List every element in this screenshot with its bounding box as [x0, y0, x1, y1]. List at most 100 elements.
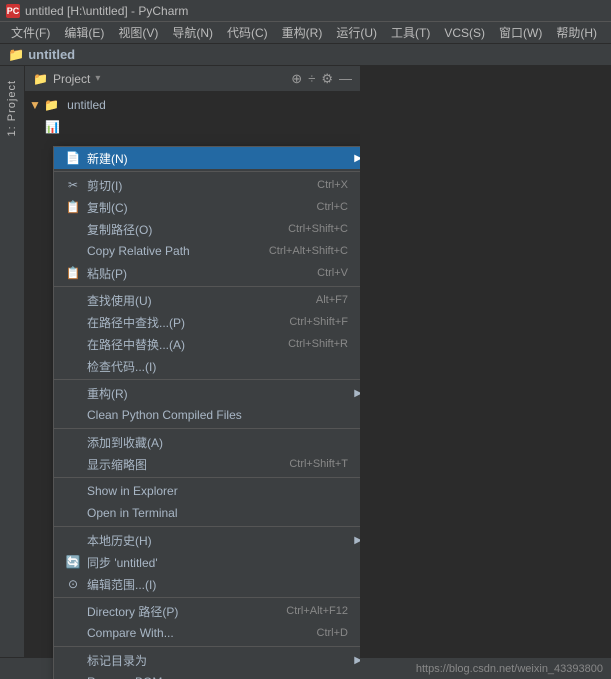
sync-icon: 🔄	[64, 555, 82, 569]
ctx-bookmark-label: 添加到收藏(A)	[87, 434, 360, 451]
ctx-edit-scope[interactable]: ⊙ 编辑范围...(I)	[54, 573, 360, 595]
ctx-sep8	[54, 646, 360, 647]
ctx-compare-shortcut: Ctrl+D	[317, 627, 348, 639]
side-panel-label: 1: Project	[6, 80, 18, 136]
ctx-find-path[interactable]: 在路径中查找...(P) Ctrl+Shift+F	[54, 311, 360, 333]
minimize-icon[interactable]: —	[339, 71, 352, 86]
ctx-sep3	[54, 379, 360, 380]
menu-item-h[interactable]: 帮助(H)	[549, 22, 604, 43]
project-folder-icon: 📁	[33, 72, 48, 86]
ctx-dir-path[interactable]: Directory 路径(P) Ctrl+Alt+F12	[54, 600, 360, 622]
ctx-find-usages-shortcut: Alt+F7	[316, 294, 348, 306]
title-bar-text: untitled [H:\untitled] - PyCharm	[25, 4, 188, 18]
copy-icon: 📋	[64, 200, 82, 214]
ctx-new[interactable]: 📄 新建(N) 文件New 临时文件Ctrl+Alt+Shift+Insert目…	[54, 147, 360, 169]
edit-scope-icon: ⊙	[64, 577, 82, 591]
ctx-remove-bom-label: Remove BOM	[87, 675, 360, 679]
project-header-icons: ⊕ ÷ ⚙ —	[291, 71, 352, 87]
ctx-dir-path-shortcut: Ctrl+Alt+F12	[286, 605, 348, 617]
project-header-title: Project	[53, 72, 90, 86]
ctx-show-explorer[interactable]: Show in Explorer	[54, 480, 360, 502]
ctx-clean[interactable]: Clean Python Compiled Files	[54, 404, 360, 426]
ctx-sep1	[54, 171, 360, 172]
paste-icon: 📋	[64, 266, 82, 280]
tree-folder-icon: ▼ 📁	[29, 98, 59, 112]
ctx-refactor[interactable]: 重构(R)	[54, 382, 360, 404]
ctx-sync-label: 同步 'untitled'	[87, 554, 360, 571]
ctx-replace-path[interactable]: 在路径中替换...(A) Ctrl+Shift+R	[54, 333, 360, 355]
project-panel: 📁 Project ▾ ⊕ ÷ ⚙ — ▼ 📁 untitled 📊	[25, 66, 360, 679]
breadcrumb-text: untitled	[28, 47, 75, 62]
ctx-sep5	[54, 477, 360, 478]
ctx-copy-path-shortcut: Ctrl+Shift+C	[288, 223, 348, 235]
ctx-show-explorer-label: Show in Explorer	[87, 484, 360, 498]
ctx-cut[interactable]: ✂ 剪切(I) Ctrl+X	[54, 174, 360, 196]
ctx-mark-dir[interactable]: 标记目录为	[54, 649, 360, 671]
ctx-replace-path-shortcut: Ctrl+Shift+R	[288, 338, 348, 350]
ctx-paste[interactable]: 📋 粘贴(P) Ctrl+V	[54, 262, 360, 284]
context-menu: 📄 新建(N) 文件New 临时文件Ctrl+Alt+Shift+Insert目…	[53, 146, 360, 679]
ctx-clean-label: Clean Python Compiled Files	[87, 408, 360, 422]
ctx-thumbnail-shortcut: Ctrl+Shift+T	[289, 458, 348, 470]
tree-bar-icon: 📊	[45, 120, 60, 134]
ctx-copy-rel[interactable]: Copy Relative Path Ctrl+Alt+Shift+C	[54, 240, 360, 262]
ctx-refactor-label: 重构(R)	[87, 385, 360, 402]
ctx-local-history[interactable]: 本地历史(H)	[54, 529, 360, 551]
tree-area: ▼ 📁 untitled 📊	[25, 92, 360, 140]
menu-item-e[interactable]: 编辑(E)	[57, 22, 111, 43]
menu-bar: 文件(F)编辑(E)视图(V)导航(N)代码(C)重构(R)运行(U)工具(T)…	[0, 22, 611, 44]
ctx-open-terminal[interactable]: Open in Terminal	[54, 502, 360, 524]
menu-item-r[interactable]: 重构(R)	[275, 22, 330, 43]
ctx-sep2	[54, 286, 360, 287]
project-header-left: 📁 Project ▾	[33, 72, 100, 86]
ctx-find-usages[interactable]: 查找使用(U) Alt+F7	[54, 289, 360, 311]
add-icon[interactable]: ⊕	[291, 71, 302, 87]
ctx-inspect[interactable]: 检查代码...(I)	[54, 355, 360, 377]
ctx-paste-shortcut: Ctrl+V	[317, 267, 348, 279]
title-bar: PC untitled [H:\untitled] - PyCharm	[0, 0, 611, 22]
settings-icon[interactable]: ⚙	[321, 71, 333, 87]
ctx-local-history-label: 本地历史(H)	[87, 532, 360, 549]
main-area: 1: Project 📁 Project ▾ ⊕ ÷ ⚙ — ▼ 📁 untit…	[0, 66, 611, 679]
dropdown-arrow[interactable]: ▾	[95, 73, 100, 84]
breadcrumb-bar: 📁 untitled	[0, 44, 611, 66]
ctx-copy-shortcut: Ctrl+C	[317, 201, 348, 213]
tree-item-bar[interactable]: 📊	[25, 116, 360, 138]
ctx-sep7	[54, 597, 360, 598]
ctx-open-terminal-label: Open in Terminal	[87, 506, 360, 520]
side-panel: 1: Project	[0, 66, 25, 679]
ctx-mark-dir-label: 标记目录为	[87, 652, 360, 669]
breadcrumb-folder-icon: 📁	[8, 47, 24, 63]
ctx-remove-bom[interactable]: Remove BOM	[54, 671, 360, 679]
ctx-copy-path[interactable]: 复制路径(O) Ctrl+Shift+C	[54, 218, 360, 240]
menu-item-n[interactable]: 导航(N)	[165, 22, 220, 43]
menu-item-w[interactable]: 窗口(W)	[492, 22, 549, 43]
cut-icon: ✂	[64, 178, 82, 192]
menu-item-c[interactable]: 代码(C)	[220, 22, 275, 43]
ctx-edit-scope-label: 编辑范围...(I)	[87, 576, 360, 593]
menu-item-vcss[interactable]: VCS(S)	[437, 24, 492, 42]
ctx-thumbnail[interactable]: 显示缩略图 Ctrl+Shift+T	[54, 453, 360, 475]
ctx-find-path-shortcut: Ctrl+Shift+F	[289, 316, 348, 328]
ctx-copy[interactable]: 📋 复制(C) Ctrl+C	[54, 196, 360, 218]
tree-item-label: untitled	[67, 98, 106, 112]
app-icon: PC	[6, 4, 20, 18]
menu-item-v[interactable]: 视图(V)	[111, 22, 165, 43]
ctx-copy-rel-shortcut: Ctrl+Alt+Shift+C	[269, 245, 348, 257]
ctx-compare[interactable]: Compare With... Ctrl+D	[54, 622, 360, 644]
menu-item-t[interactable]: 工具(T)	[384, 22, 437, 43]
ctx-sep4	[54, 428, 360, 429]
new-icon: 📄	[64, 151, 82, 165]
menu-item-f[interactable]: 文件(F)	[4, 22, 57, 43]
ctx-inspect-label: 检查代码...(I)	[87, 358, 360, 375]
status-link: https://blog.csdn.net/weixin_43393800	[416, 663, 603, 675]
menu-item-u[interactable]: 运行(U)	[329, 22, 384, 43]
ctx-sep6	[54, 526, 360, 527]
ctx-bookmark[interactable]: 添加到收藏(A)	[54, 431, 360, 453]
project-header: 📁 Project ▾ ⊕ ÷ ⚙ —	[25, 66, 360, 92]
split-icon[interactable]: ÷	[308, 71, 315, 86]
tree-item-untitled[interactable]: ▼ 📁 untitled	[25, 94, 360, 116]
ctx-sync[interactable]: 🔄 同步 'untitled'	[54, 551, 360, 573]
ctx-cut-shortcut: Ctrl+X	[317, 179, 348, 191]
ctx-new-label: 新建(N)	[87, 150, 360, 167]
